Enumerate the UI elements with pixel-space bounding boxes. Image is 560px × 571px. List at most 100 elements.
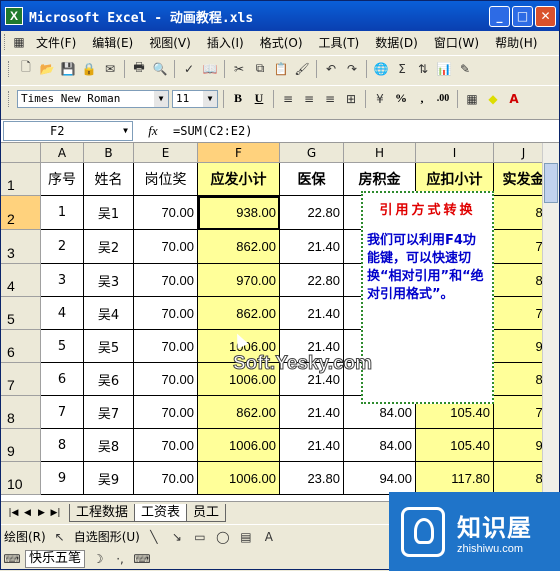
table-cell[interactable]: 105.40 — [416, 429, 494, 462]
table-cell[interactable]: 6 — [41, 363, 84, 396]
menu-edit[interactable]: 编辑(E) — [84, 34, 141, 51]
scrollbar-thumb[interactable] — [544, 163, 558, 203]
font-name-select[interactable]: Times New Roman ▼ — [17, 89, 169, 108]
table-cell[interactable]: 2 — [41, 230, 84, 264]
align-left-icon[interactable]: ≡ — [279, 90, 297, 108]
fill-color-icon[interactable]: ◆ — [484, 90, 502, 108]
textbox-icon[interactable]: ▤ — [237, 528, 255, 546]
column-header[interactable]: E — [134, 143, 198, 163]
table-cell[interactable]: 8 — [41, 429, 84, 462]
moon-icon[interactable]: ☽ — [89, 550, 107, 568]
table-cell[interactable]: 862.00 — [198, 297, 280, 330]
table-cell[interactable]: 吴6 — [84, 363, 134, 396]
select-all-corner[interactable] — [1, 143, 41, 163]
table-cell[interactable]: 70.00 — [134, 297, 198, 330]
callout-textbox[interactable]: 引用方式转换 我们可以利用F4功能键，可以快速切换“相对引用”和“绝对引用格式”。 — [361, 191, 494, 404]
align-right-icon[interactable]: ≡ — [321, 90, 339, 108]
paste-icon[interactable]: 📋 — [272, 60, 290, 78]
increase-decimal-button[interactable]: .00 — [434, 90, 452, 108]
cut-icon[interactable]: ✂ — [230, 60, 248, 78]
save-icon[interactable]: 💾 — [59, 60, 77, 78]
table-cell[interactable]: 22.80 — [280, 196, 344, 230]
new-icon[interactable]: 🗋 — [17, 60, 35, 78]
rectangle-icon[interactable]: ▭ — [191, 528, 209, 546]
print-preview-icon[interactable]: 🔍 — [151, 60, 169, 78]
table-cell[interactable]: 23.80 — [280, 462, 344, 495]
name-box[interactable]: F2 ▼ — [3, 121, 133, 141]
table-cell[interactable]: 4 — [41, 297, 84, 330]
column-title-cell[interactable]: 应发小计 — [198, 163, 280, 196]
copy-icon[interactable]: ⧉ — [251, 60, 269, 78]
vertical-scrollbar[interactable] — [542, 143, 559, 501]
autoshapes-menu[interactable]: 自选图形(U) — [74, 528, 140, 545]
table-cell[interactable]: 938.00 — [198, 196, 280, 230]
table-cell[interactable]: 1006.00 — [198, 462, 280, 495]
spreadsheet-grid[interactable]: A B E F G H I J 1 2 3 4 5 6 7 8 9 10 序号 姓名 岗位奖 应发小计 医保 房积金 应扣小计实… — [1, 143, 559, 501]
email-icon[interactable]: ✉ — [101, 60, 119, 78]
bold-button[interactable]: B — [229, 90, 247, 108]
table-cell[interactable]: 吴7 — [84, 396, 134, 429]
minimize-button[interactable]: _ — [489, 6, 510, 27]
table-cell[interactable]: 吴9 — [84, 462, 134, 495]
column-title-cell[interactable]: 序号 — [41, 163, 84, 196]
select-objects-icon[interactable]: ↖ — [51, 528, 69, 546]
column-header[interactable]: B — [84, 143, 134, 163]
tab-employee[interactable]: 员工 — [186, 503, 227, 522]
column-header[interactable]: A — [41, 143, 84, 163]
tab-project-data[interactable]: 工程数据 — [69, 503, 136, 522]
menu-view[interactable]: 视图(V) — [141, 34, 199, 51]
table-cell[interactable]: 70.00 — [134, 330, 198, 363]
column-header[interactable]: H — [344, 143, 416, 163]
table-cell[interactable]: 21.40 — [280, 396, 344, 429]
row-header[interactable]: 1 — [1, 163, 41, 196]
ime-icon[interactable]: ⌨ — [3, 550, 21, 568]
chevron-down-icon[interactable]: ▼ — [203, 90, 217, 107]
drawing-icon[interactable]: ✎ — [456, 60, 474, 78]
column-title-cell[interactable]: 姓名 — [84, 163, 134, 196]
last-sheet-icon[interactable]: ▶| — [49, 508, 62, 518]
table-cell[interactable]: 7 — [41, 396, 84, 429]
row-header[interactable]: 8 — [1, 396, 41, 429]
oval-icon[interactable]: ◯ — [214, 528, 232, 546]
print-icon[interactable]: 🖶 — [130, 60, 148, 78]
table-cell[interactable]: 21.40 — [280, 429, 344, 462]
toolbar-grip[interactable] — [8, 60, 11, 77]
workbook-icon[interactable]: ▦ — [10, 33, 28, 51]
chevron-down-icon[interactable]: ▼ — [123, 122, 128, 140]
row-header[interactable]: 7 — [1, 363, 41, 396]
punctuation-icon[interactable]: ·, — [111, 550, 129, 568]
comma-button[interactable]: , — [413, 90, 431, 108]
table-cell[interactable]: 3 — [41, 264, 84, 297]
table-cell[interactable]: 吴5 — [84, 330, 134, 363]
underline-button[interactable]: U — [250, 90, 268, 108]
next-sheet-icon[interactable]: ▶ — [35, 508, 48, 518]
chevron-down-icon[interactable]: ▼ — [154, 90, 168, 107]
undo-icon[interactable]: ↶ — [322, 60, 340, 78]
menu-data[interactable]: 数据(D) — [367, 34, 426, 51]
table-cell[interactable]: 70.00 — [134, 363, 198, 396]
font-color-icon[interactable]: A — [505, 90, 523, 108]
redo-icon[interactable]: ↷ — [343, 60, 361, 78]
table-cell[interactable]: 862.00 — [198, 230, 280, 264]
menu-tools[interactable]: 工具(T) — [311, 34, 368, 51]
merge-center-icon[interactable]: ⊞ — [342, 90, 360, 108]
table-cell[interactable]: 吴4 — [84, 297, 134, 330]
research-icon[interactable]: 📖 — [201, 60, 219, 78]
table-cell[interactable]: 94.00 — [344, 462, 416, 495]
close-button[interactable]: ✕ — [535, 6, 556, 27]
open-icon[interactable]: 📂 — [38, 60, 56, 78]
draw-menu[interactable]: 绘图(R) — [4, 528, 46, 545]
borders-icon[interactable]: ▦ — [463, 90, 481, 108]
spelling-icon[interactable]: ✓ — [180, 60, 198, 78]
first-sheet-icon[interactable]: |◀ — [7, 508, 20, 518]
fx-icon[interactable]: fx — [133, 123, 173, 139]
table-cell[interactable]: 21.40 — [280, 230, 344, 264]
formula-input[interactable]: =SUM(C2:E2) — [173, 124, 252, 138]
column-title-cell[interactable]: 岗位奖 — [134, 163, 198, 196]
table-cell[interactable]: 21.40 — [280, 297, 344, 330]
line-icon[interactable]: ╲ — [145, 528, 163, 546]
row-header[interactable]: 6 — [1, 330, 41, 363]
table-cell[interactable]: 84.00 — [344, 429, 416, 462]
chart-wizard-icon[interactable]: 📊 — [435, 60, 453, 78]
table-cell[interactable]: 吴1 — [84, 196, 134, 230]
